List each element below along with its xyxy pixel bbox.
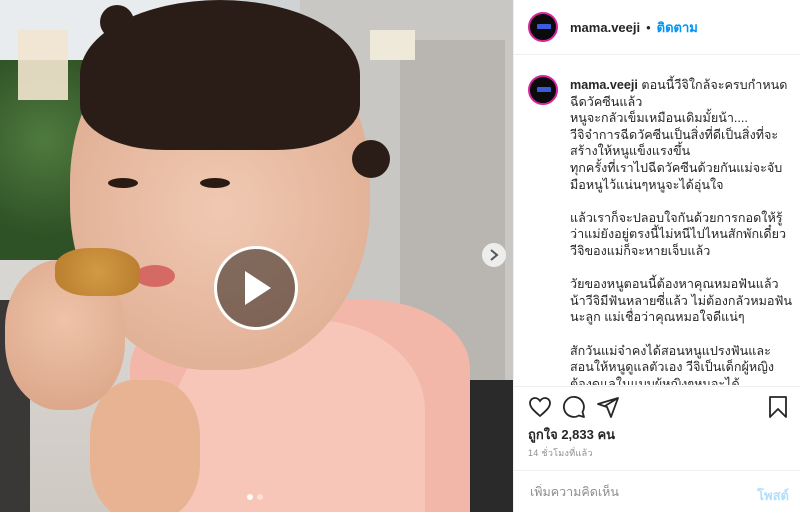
cracker	[55, 248, 140, 296]
background-shadow-right	[470, 380, 513, 512]
post-comment-button[interactable]: โพสต์	[757, 485, 789, 506]
caption-area[interactable]: mama.veeji ตอนนี้วีจิใกล้จะครบกำหนดฉีดวั…	[514, 55, 800, 385]
baby-arm	[90, 380, 200, 512]
share-button[interactable]	[596, 395, 620, 424]
heart-icon	[529, 397, 551, 418]
chevron-right-icon	[490, 249, 499, 261]
likes-count[interactable]: ถูกใจ 2,833 คน	[528, 424, 615, 445]
post-header: mama.veeji • ติดตาม	[514, 0, 800, 55]
comment-box: โพสต์	[514, 470, 800, 513]
background-sign	[18, 30, 68, 100]
background-sign-small	[370, 30, 415, 60]
comment-button[interactable]	[562, 395, 586, 424]
post-side-panel: mama.veeji • ติดตาม mama.veeji ตอนนี้วีจ…	[513, 0, 800, 512]
baby-eye-left	[108, 178, 138, 188]
avatar[interactable]	[528, 12, 558, 42]
comment-icon	[563, 396, 585, 418]
caption-avatar[interactable]	[528, 75, 558, 105]
share-icon	[597, 397, 619, 418]
carousel-dot-active	[247, 494, 253, 500]
baby-mouth	[135, 265, 175, 287]
baby-hair-bun-left	[100, 5, 134, 39]
comment-input[interactable]	[528, 484, 732, 500]
instagram-post: mama.veeji • ติดตาม mama.veeji ตอนนี้วีจ…	[0, 0, 800, 512]
bookmark-icon	[769, 396, 787, 418]
separator-dot: •	[646, 19, 651, 35]
post-timestamp[interactable]: 14 ชั่วโมงที่แล้ว	[528, 446, 593, 460]
carousel-dot	[257, 494, 263, 500]
like-button[interactable]	[528, 395, 552, 424]
next-slide-button[interactable]	[482, 243, 506, 267]
caption-username[interactable]: mama.veeji	[570, 78, 638, 92]
carousel-indicator	[247, 494, 263, 500]
baby-hair-bun-right	[352, 140, 390, 178]
post-media[interactable]	[0, 0, 513, 512]
baby-eye-right	[200, 178, 230, 188]
caption-text: mama.veeji ตอนนี้วีจิใกล้จะครบกำหนดฉีดวั…	[570, 77, 792, 385]
username-link[interactable]: mama.veeji	[570, 20, 640, 35]
action-bar	[514, 386, 800, 429]
play-icon	[245, 271, 271, 305]
save-button[interactable]	[768, 395, 788, 424]
caption-body: ตอนนี้วีจิใกล้จะครบกำหนดฉีดวัคซีนแล้ว หน…	[570, 78, 793, 385]
play-button[interactable]	[214, 246, 298, 330]
follow-button[interactable]: ติดตาม	[657, 17, 698, 38]
